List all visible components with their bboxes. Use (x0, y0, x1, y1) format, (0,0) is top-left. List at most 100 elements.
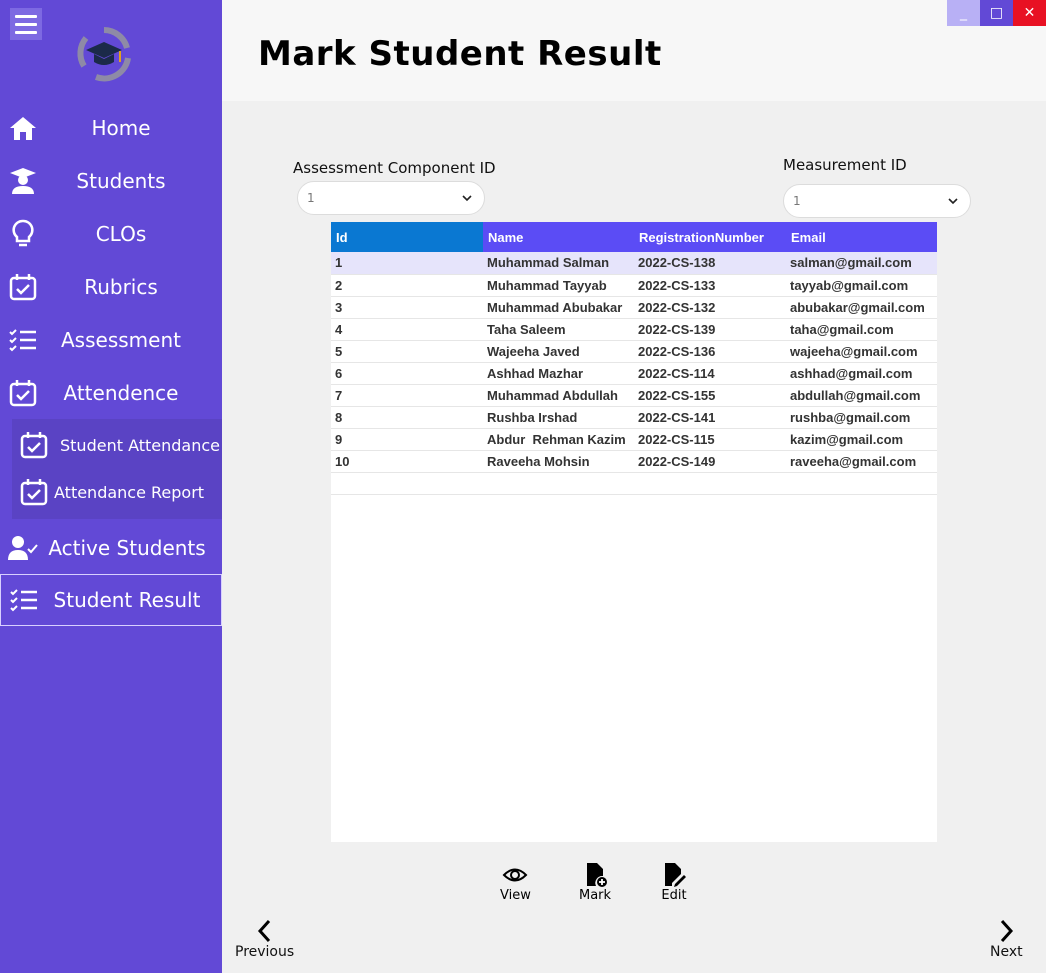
mark-label: Mark (579, 888, 612, 903)
cell-id: 8 (331, 406, 483, 429)
view-button[interactable]: View (500, 862, 531, 903)
cell-id: 1 (331, 252, 483, 275)
sidebar-item-label: Student Result (53, 588, 201, 612)
logo-icon (77, 27, 131, 82)
column-header-id[interactable]: Id (331, 222, 483, 252)
cell-registration: 2022-CS-133 (634, 274, 786, 297)
sidebar-item-home[interactable]: Home (0, 102, 222, 154)
mark-button[interactable]: Mark (579, 862, 611, 903)
cell-id: 2 (331, 274, 483, 297)
previous-button[interactable]: Previous (235, 918, 294, 960)
sidebar-item-assessment[interactable]: Assessment (0, 314, 222, 366)
cell-registration: 2022-CS-114 (634, 362, 786, 385)
table-row[interactable]: 10 Raveeha Mohsin 2022-CS-149 raveeha@gm… (331, 450, 937, 473)
cell-name: Muhammad Salman (483, 252, 634, 275)
calendar-check-icon (20, 431, 48, 459)
cell-id: 4 (331, 318, 483, 341)
table-row-empty[interactable] (331, 472, 937, 495)
cell-registration: 2022-CS-139 (634, 318, 786, 341)
cell-email: rushba@gmail.com (786, 406, 937, 429)
sidebar-item-label: Students (76, 169, 166, 193)
column-header-email[interactable]: Email (786, 222, 937, 252)
previous-label: Previous (235, 944, 295, 960)
edit-button[interactable]: Edit (661, 862, 687, 903)
table-row[interactable]: 9 Abdur Rehman Kazim 2022-CS-115 kazim@g… (331, 428, 937, 451)
sidebar-item-label: Active Students (48, 536, 206, 560)
eye-icon (503, 868, 528, 882)
sidebar-item-attendence[interactable]: Attendence (0, 367, 222, 419)
cell-empty (483, 472, 634, 495)
sidebar-item-label: Assessment (61, 328, 181, 352)
table-row[interactable]: 2 Muhammad Tayyab 2022-CS-133 tayyab@gma… (331, 274, 937, 297)
cell-email: taha@gmail.com (786, 318, 937, 341)
calendar-check-icon (20, 478, 48, 506)
cell-name: Rushba Irshad (483, 406, 634, 429)
page-title: Mark Student Result (258, 34, 662, 74)
table-row[interactable]: 7 Muhammad Abdullah 2022-CS-155 abdullah… (331, 384, 937, 407)
cell-email: abubakar@gmail.com (786, 296, 937, 319)
cell-email: kazim@gmail.com (786, 428, 937, 451)
cell-id: 7 (331, 384, 483, 407)
cell-registration: 2022-CS-136 (634, 340, 786, 363)
file-edit-icon (665, 863, 686, 887)
close-button[interactable]: ✕ (1013, 0, 1046, 26)
sidebar-subitem-student-attendance[interactable]: Student Attendance (12, 422, 222, 468)
students-table: Id Name RegistrationNumber Email 1 Muham… (331, 222, 937, 842)
maximize-button[interactable]: □ (980, 0, 1013, 26)
sidebar-item-students[interactable]: Students (0, 155, 222, 207)
cell-name: Raveeha Mohsin (483, 450, 634, 473)
file-add-icon (587, 863, 608, 887)
attendence-submenu: Student Attendance Attendance Report (12, 419, 222, 519)
sidebar-item-active-students[interactable]: Active Students (0, 522, 222, 574)
edit-label: Edit (661, 888, 687, 903)
sidebar-item-clos[interactable]: CLOs (0, 208, 222, 260)
sidebar-subitem-label: Student Attendance (60, 435, 221, 455)
assessment-component-label: Assessment Component ID (293, 159, 496, 177)
cell-registration: 2022-CS-132 (634, 296, 786, 319)
table-row[interactable]: 5 Wajeeha Javed 2022-CS-136 wajeeha@gmai… (331, 340, 937, 363)
window-controls: _ □ ✕ (947, 0, 1046, 26)
table-row[interactable]: 4 Taha Saleem 2022-CS-139 taha@gmail.com (331, 318, 937, 341)
next-button[interactable]: Next (990, 918, 1023, 960)
cell-registration: 2022-CS-155 (634, 384, 786, 407)
cell-id: 9 (331, 428, 483, 451)
table-header-row: Id Name RegistrationNumber Email (331, 222, 937, 252)
measurement-select[interactable]: 1 (783, 184, 971, 218)
cell-id: 10 (331, 450, 483, 473)
view-label: View (500, 888, 531, 903)
cell-id: 5 (331, 340, 483, 363)
cell-name: Muhammad Abdullah (483, 384, 634, 407)
column-header-registration[interactable]: RegistrationNumber (634, 222, 786, 252)
sidebar-item-rubrics[interactable]: Rubrics (0, 261, 222, 313)
column-header-name[interactable]: Name (483, 222, 634, 252)
sidebar-item-label: Attendence (63, 381, 179, 405)
cell-email: tayyab@gmail.com (786, 274, 937, 297)
table-row[interactable]: 8 Rushba Irshad 2022-CS-141 rushba@gmail… (331, 406, 937, 429)
sidebar-subitem-label: Attendance Report (54, 482, 205, 502)
chevron-down-icon (462, 195, 472, 202)
cell-name: Wajeeha Javed (483, 340, 634, 363)
cell-name: Muhammad Abubakar (483, 296, 634, 319)
cell-email: salman@gmail.com (786, 252, 937, 275)
cell-name: Ashhad Mazhar (483, 362, 634, 385)
sidebar: Home Students CLOs Rubrics Assessment At… (0, 0, 222, 973)
cell-empty (331, 472, 483, 495)
chevron-down-icon (948, 198, 958, 205)
minimize-button[interactable]: _ (947, 0, 980, 26)
table-row[interactable]: 3 Muhammad Abubakar 2022-CS-132 abubakar… (331, 296, 937, 319)
cell-registration: 2022-CS-138 (634, 252, 786, 275)
sidebar-subitem-attendance-report[interactable]: Attendance Report (12, 469, 222, 515)
table-row[interactable]: 1 Muhammad Salman 2022-CS-138 salman@gma… (331, 252, 937, 275)
menu-icon[interactable] (10, 8, 42, 40)
sidebar-item-label: Home (91, 116, 151, 140)
assessment-component-value: 1 (307, 191, 315, 205)
cell-registration: 2022-CS-149 (634, 450, 786, 473)
measurement-label: Measurement ID (783, 156, 907, 174)
assessment-component-select[interactable]: 1 (297, 181, 485, 215)
table-row[interactable]: 6 Ashhad Mazhar 2022-CS-114 ashhad@gmail… (331, 362, 937, 385)
sidebar-item-student-result[interactable]: Student Result (0, 574, 222, 626)
cell-id: 6 (331, 362, 483, 385)
cell-email: raveeha@gmail.com (786, 450, 937, 473)
cell-name: Abdur Rehman Kazim (483, 428, 634, 451)
cell-email: abdullah@gmail.com (786, 384, 937, 407)
